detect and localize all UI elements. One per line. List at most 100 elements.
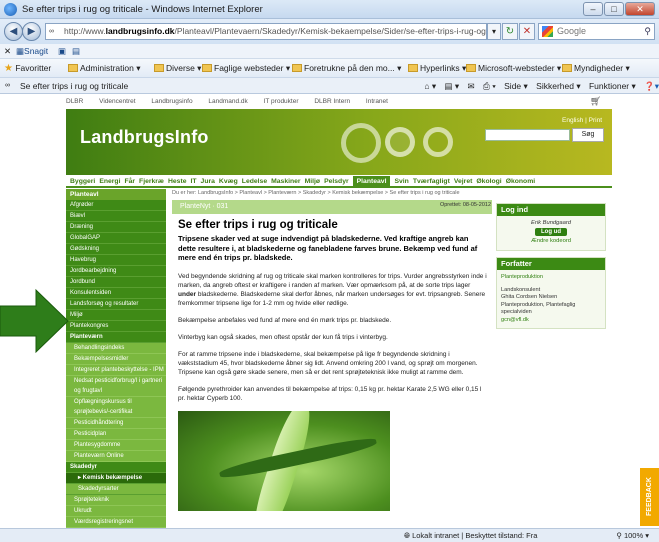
snagit-button[interactable]: ▦ Snagit bbox=[16, 44, 48, 58]
search-input[interactable]: Google ⚲ bbox=[538, 23, 655, 40]
search-icon[interactable]: ⚲ bbox=[644, 24, 651, 39]
feedback-tab[interactable]: FEEDBACK bbox=[640, 468, 659, 526]
address-input[interactable]: ∞ http://www.landbrugsinfo.dk/Planteavl/P… bbox=[45, 23, 487, 40]
category-link[interactable]: Svin bbox=[394, 178, 408, 185]
category-link[interactable]: Økonomi bbox=[506, 178, 535, 185]
category-link[interactable]: Kvæg bbox=[219, 178, 238, 185]
sidebar-item[interactable]: Planteværn bbox=[66, 332, 166, 343]
sidebar-item[interactable]: Plantesygdomme bbox=[66, 440, 166, 451]
sidebar-item[interactable]: Gødskning bbox=[66, 244, 166, 255]
sidebar-item[interactable]: Sprøjteteknik bbox=[66, 495, 166, 506]
minimize-button[interactable]: – bbox=[583, 2, 603, 16]
sidebar-item[interactable]: Konsulentsiden bbox=[66, 288, 166, 299]
top-links: DLBR Videncentret Landbrugsinfo Landmand… bbox=[66, 95, 596, 109]
category-link[interactable]: Jura bbox=[201, 178, 215, 185]
favorites-folder-foretrukne[interactable]: Foretrukne på den mo... ▾ bbox=[292, 59, 401, 78]
top-link[interactable]: DLBR Intern bbox=[314, 98, 350, 105]
top-link[interactable]: IT produkter bbox=[264, 98, 299, 105]
change-password-link[interactable]: Ændre kodeord bbox=[497, 238, 605, 244]
home-icon[interactable]: ⌂ ▾ bbox=[424, 81, 436, 91]
favorites-folder-hyperlinks[interactable]: Hyperlinks ▾ bbox=[408, 59, 466, 78]
sidebar-item[interactable]: Skadedyr bbox=[66, 462, 166, 473]
sidebar-item[interactable]: Nedsat pesticidforbrug/l i gartneri og f… bbox=[66, 376, 166, 397]
category-link[interactable]: Energi bbox=[99, 178, 120, 185]
help-icon[interactable]: ❓▾ bbox=[644, 81, 659, 91]
top-link[interactable]: DLBR bbox=[66, 98, 83, 105]
print-icon[interactable]: ⎙ ▾ bbox=[483, 81, 496, 91]
sidebar-item[interactable]: Havebrug bbox=[66, 255, 166, 266]
sidebar-item[interactable]: Behandlingsindeks bbox=[66, 343, 166, 354]
top-link[interactable]: Videncentret bbox=[99, 98, 135, 105]
breadcrumb[interactable]: Du er her: LandbrugsInfo > Planteavl > P… bbox=[172, 190, 492, 196]
category-link[interactable]: Maskiner bbox=[271, 178, 300, 185]
author-dept[interactable]: Planteproduktion bbox=[501, 274, 601, 282]
category-link[interactable]: Miljø bbox=[305, 178, 320, 185]
close-window-button[interactable]: ✕ bbox=[625, 2, 655, 16]
favorites-folder-myndigheder[interactable]: Myndigheder ▾ bbox=[562, 59, 630, 78]
site-logo[interactable]: LandbrugsInfo bbox=[80, 127, 209, 148]
category-link[interactable]: IT bbox=[191, 178, 197, 185]
cart-icon[interactable]: 🛒︎ bbox=[590, 96, 601, 107]
logout-button[interactable]: Log ud bbox=[535, 228, 567, 236]
snagit-editor-icon[interactable]: ▤ bbox=[72, 44, 80, 58]
sidebar-item[interactable]: Miljø bbox=[66, 310, 166, 321]
sidebar-item[interactable]: Bekæmpelsesmidler bbox=[66, 354, 166, 365]
category-link[interactable]: Tværfagligt bbox=[413, 178, 450, 185]
mail-icon[interactable]: ✉ bbox=[468, 81, 475, 91]
site-search-input[interactable] bbox=[485, 129, 570, 141]
category-link[interactable]: Byggeri bbox=[70, 178, 95, 185]
sidebar-item[interactable]: Plantekongres bbox=[66, 321, 166, 332]
category-link[interactable]: Økologi bbox=[476, 178, 501, 185]
tools-menu[interactable]: Funktioner ▾ bbox=[589, 81, 636, 91]
feeds-icon[interactable]: ▤ ▾ bbox=[444, 81, 459, 91]
sidebar-header[interactable]: Planteavl bbox=[66, 189, 166, 200]
status-bar: 🌐︎ Lokalt intranet | Beskyttet tilstand:… bbox=[0, 528, 659, 542]
top-link[interactable]: Landbrugsinfo bbox=[151, 98, 192, 105]
sidebar-item[interactable]: Opflægningskursus til sprøjtebevis/-cert… bbox=[66, 397, 166, 418]
address-dropdown-button[interactable]: ▾ bbox=[487, 23, 501, 40]
sidebar-item[interactable]: Integreret plantebeskyttelse - IPM bbox=[66, 365, 166, 376]
sidebar-item[interactable]: Dræning bbox=[66, 222, 166, 233]
favorites-folder-faglige[interactable]: Faglige websteder ▾ bbox=[202, 59, 290, 78]
tab-current[interactable]: ∞ Se efter trips i rug og triticale bbox=[2, 78, 128, 94]
favorites-folder-diverse[interactable]: Diverse ▾ bbox=[154, 59, 201, 78]
maximize-button[interactable]: □ bbox=[604, 2, 624, 16]
favorites-folder-administration[interactable]: Administration ▾ bbox=[68, 59, 140, 78]
sidebar-item[interactable]: Ukrudt bbox=[66, 506, 166, 517]
top-link[interactable]: Intranet bbox=[366, 98, 388, 105]
zoom-level[interactable]: ⚲ 100% ▾ bbox=[616, 529, 649, 542]
sidebar-item[interactable]: Pesticidplan bbox=[66, 429, 166, 440]
sidebar-item[interactable]: ▸ Kemisk bekæmpelse bbox=[66, 473, 166, 484]
page-menu[interactable]: Side ▾ bbox=[504, 81, 528, 91]
refresh-icon[interactable]: ↻ bbox=[502, 23, 518, 40]
category-link[interactable]: Heste bbox=[168, 178, 187, 185]
sidebar-item[interactable]: Værdsregistreringsnet bbox=[66, 517, 166, 528]
back-button[interactable]: ◀ bbox=[4, 22, 23, 41]
author-email[interactable]: gcn@vfl.dk bbox=[501, 317, 601, 325]
snagit-capture-icon[interactable]: ▣ bbox=[58, 44, 66, 58]
close-toolbar-icon[interactable]: ✕ bbox=[4, 44, 11, 58]
favorites-folder-microsoft[interactable]: Microsoft-websteder ▾ bbox=[466, 59, 561, 78]
sidebar-item[interactable]: Afgrøder bbox=[66, 200, 166, 211]
sidebar-item[interactable]: Pesticidhåndtering bbox=[66, 418, 166, 429]
category-link[interactable]: Fjerkræ bbox=[139, 178, 164, 185]
category-link[interactable]: Pelsdyr bbox=[324, 178, 349, 185]
favorites-button[interactable]: ★ Favoritter bbox=[4, 59, 51, 78]
site-search-button[interactable]: Søg bbox=[572, 128, 604, 142]
safety-menu[interactable]: Sikkerhed ▾ bbox=[536, 81, 580, 91]
stop-icon[interactable]: ✕ bbox=[519, 23, 535, 40]
category-link[interactable]: Vejret bbox=[454, 178, 473, 185]
forward-button[interactable]: ▶ bbox=[22, 22, 41, 41]
category-link[interactable]: Planteavl bbox=[352, 176, 391, 186]
sidebar-item[interactable]: GlobalGAP bbox=[66, 233, 166, 244]
language-print-links[interactable]: English | Print bbox=[562, 117, 602, 124]
sidebar-item[interactable]: Landsforsøg og resultater bbox=[66, 299, 166, 310]
sidebar-item[interactable]: Jordbearbejdning bbox=[66, 266, 166, 277]
sidebar-item[interactable]: Skadedyrsarter bbox=[66, 484, 166, 495]
sidebar-item[interactable]: Jordbund bbox=[66, 277, 166, 288]
sidebar-item[interactable]: Biævl bbox=[66, 211, 166, 222]
category-link[interactable]: Får bbox=[124, 178, 135, 185]
category-link[interactable]: Ledelse bbox=[242, 178, 267, 185]
top-link[interactable]: Landmand.dk bbox=[208, 98, 247, 105]
sidebar-item[interactable]: Planteværn Online bbox=[66, 451, 166, 462]
